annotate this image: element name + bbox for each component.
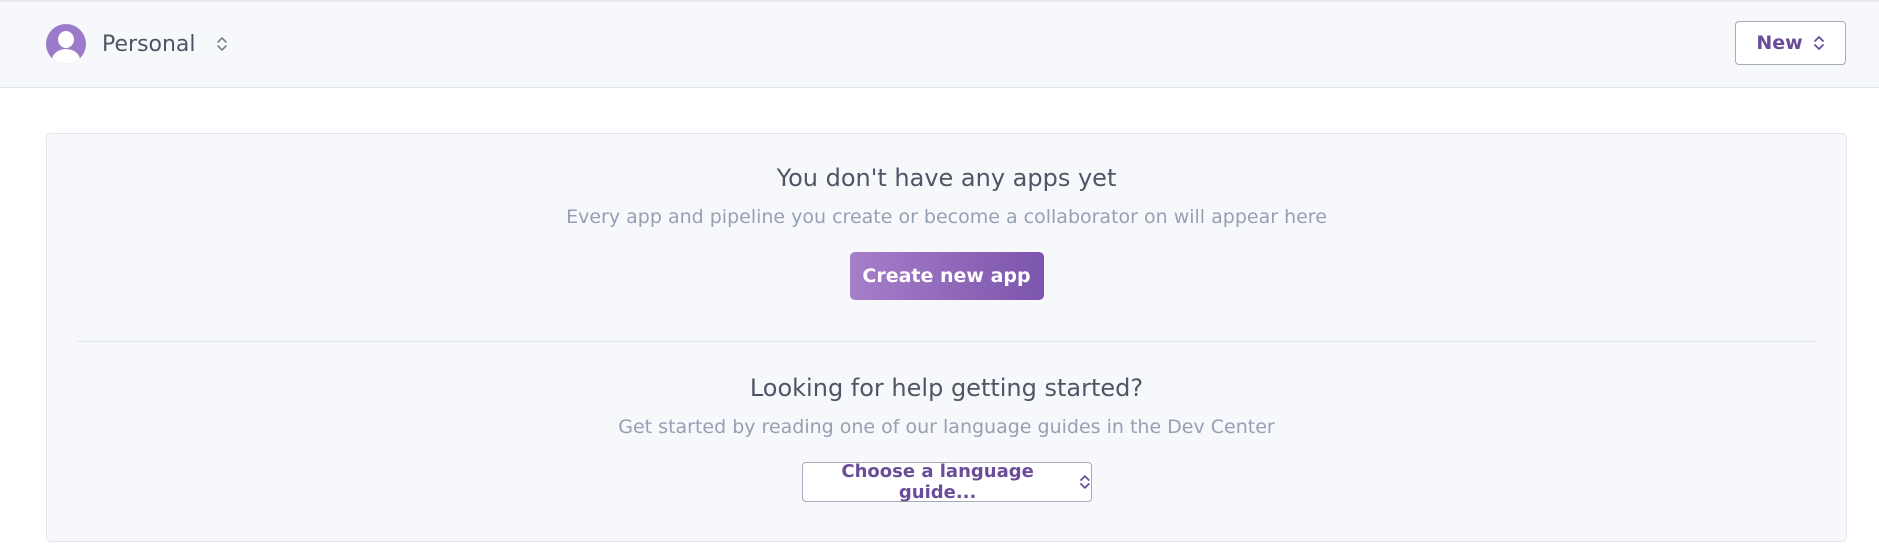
- account-label: Personal: [102, 31, 196, 57]
- help-heading: Looking for help getting started?: [749, 374, 1144, 402]
- account-switcher[interactable]: Personal: [46, 21, 228, 67]
- empty-state-heading: You don't have any apps yet: [776, 164, 1117, 192]
- help-section: Looking for help getting started? Get st…: [47, 374, 1846, 503]
- new-button-label: New: [1756, 32, 1803, 54]
- empty-state-subtext: Every app and pipeline you create or bec…: [566, 206, 1327, 228]
- empty-state-section: You don't have any apps yet Every app an…: [47, 164, 1846, 300]
- divider: [77, 341, 1818, 342]
- chevron-up-down-icon: [216, 37, 227, 51]
- language-guide-select[interactable]: Choose a language guide...: [801, 461, 1092, 503]
- user-avatar-icon: [46, 24, 86, 64]
- top-bar: Personal New: [0, 0, 1879, 88]
- language-guide-select-value: Choose a language guide...: [841, 461, 1034, 503]
- create-new-app-button[interactable]: Create new app: [849, 252, 1044, 300]
- chevron-up-down-icon: [1079, 475, 1090, 489]
- help-subtext: Get started by reading one of our langua…: [618, 416, 1275, 438]
- chevron-up-down-icon: [1813, 36, 1824, 50]
- new-button[interactable]: New: [1735, 21, 1846, 65]
- apps-empty-panel: You don't have any apps yet Every app an…: [46, 133, 1847, 542]
